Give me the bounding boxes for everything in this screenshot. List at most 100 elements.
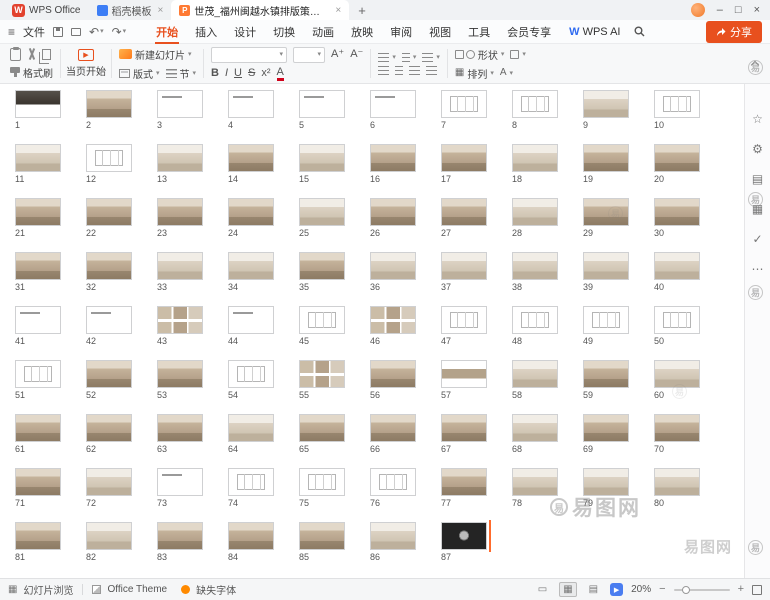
slide-thumbnail-60[interactable] — [654, 360, 700, 388]
slide-thumbnail-79[interactable] — [583, 468, 629, 496]
slide-thumbnail-38[interactable] — [512, 252, 558, 280]
slide-thumbnail-36[interactable] — [370, 252, 416, 280]
share-button[interactable]: 分享 — [706, 21, 762, 43]
slide-thumbnail-64[interactable] — [228, 414, 274, 442]
align-right-button[interactable] — [409, 66, 420, 75]
slide-thumbnail-58[interactable] — [512, 360, 558, 388]
slide-thumbnail-16[interactable] — [370, 144, 416, 172]
slide-thumbnail-29[interactable] — [583, 198, 629, 226]
redo-button[interactable]: ↷▾ — [112, 26, 127, 38]
slide-thumbnail-4[interactable] — [228, 90, 274, 118]
fit-to-window-icon[interactable] — [752, 585, 762, 595]
reading-view-button[interactable]: ▤ — [585, 582, 602, 597]
slide-thumbnail-42[interactable] — [86, 306, 132, 334]
wps-ai-button[interactable]: W WPS AI — [569, 26, 620, 38]
tab-docer-templates[interactable]: 稻壳模板 × — [89, 0, 172, 20]
slide-thumbnail-11[interactable] — [15, 144, 61, 172]
slide-thumbnail-84[interactable] — [228, 522, 274, 550]
slide-thumbnail-31[interactable] — [15, 252, 61, 280]
slide-thumbnail-74[interactable] — [228, 468, 274, 496]
slide-thumbnail-82[interactable] — [86, 522, 132, 550]
tab-view[interactable]: 视图 — [427, 20, 453, 44]
tab-presentation[interactable]: P 世茂_福州闽越水镇排版策划方... × — [171, 0, 349, 20]
slide-thumbnail-25[interactable] — [299, 198, 345, 226]
align-left-button[interactable] — [378, 66, 389, 75]
slide-thumbnail-18[interactable] — [512, 144, 558, 172]
slide-thumbnail-87[interactable] — [441, 522, 487, 550]
numbering-button[interactable]: ▾ — [402, 53, 417, 62]
slide-thumbnail-71[interactable] — [15, 468, 61, 496]
slide-thumbnail-48[interactable] — [512, 306, 558, 334]
slide-thumbnail-55[interactable] — [299, 360, 345, 388]
slide-thumbnail-10[interactable] — [654, 90, 700, 118]
tab-animation[interactable]: 动画 — [310, 20, 336, 44]
underline-button[interactable]: U — [234, 68, 242, 79]
wps-home-tab[interactable]: W WPS Office — [4, 0, 89, 20]
close-tab-icon[interactable]: × — [158, 5, 164, 16]
maximize-button[interactable]: □ — [735, 5, 742, 16]
slide-thumbnail-65[interactable] — [299, 414, 345, 442]
play-slideshow-button[interactable]: ▶ — [610, 583, 623, 596]
font-size-select[interactable]: ▾ — [293, 47, 325, 63]
zoom-slider[interactable] — [674, 589, 730, 591]
slide-thumbnail-7[interactable] — [441, 90, 487, 118]
new-slide-button[interactable]: 新建幻灯片 ▾ — [119, 47, 192, 62]
slide-thumbnail-78[interactable] — [512, 468, 558, 496]
undo-button[interactable]: ↶▾ — [89, 26, 104, 38]
format-painter-button[interactable]: 格式刷 — [10, 65, 53, 80]
text-tools-button[interactable]: A▾ — [500, 68, 513, 78]
slide-thumbnail-50[interactable] — [654, 306, 700, 334]
bold-button[interactable]: B — [211, 68, 219, 79]
properties-panel-icon[interactable]: ⚙ — [752, 142, 763, 156]
slide-thumbnail-56[interactable] — [370, 360, 416, 388]
slide-thumbnail-15[interactable] — [299, 144, 345, 172]
slide-thumbnail-49[interactable] — [583, 306, 629, 334]
section-button[interactable]: 节 ▾ — [166, 66, 197, 81]
normal-view-button[interactable]: ▭ — [534, 582, 551, 597]
slide-thumbnail-34[interactable] — [228, 252, 274, 280]
tab-member[interactable]: 会员专享 — [505, 20, 553, 44]
slide-thumbnail-83[interactable] — [157, 522, 203, 550]
slide-thumbnail-72[interactable] — [86, 468, 132, 496]
slide-thumbnail-69[interactable] — [583, 414, 629, 442]
arrange-button[interactable]: ▦ 排列 ▾ — [455, 66, 494, 81]
save-button[interactable] — [53, 27, 63, 37]
slide-thumbnail-77[interactable] — [441, 468, 487, 496]
slide-thumbnail-68[interactable] — [512, 414, 558, 442]
slide-thumbnail-59[interactable] — [583, 360, 629, 388]
slide-thumbnail-51[interactable] — [15, 360, 61, 388]
slide-thumbnail-32[interactable] — [86, 252, 132, 280]
objects-panel-icon[interactable]: ▦ — [752, 202, 763, 216]
slide-thumbnail-67[interactable] — [441, 414, 487, 442]
slide-thumbnail-28[interactable] — [512, 198, 558, 226]
shapes-button[interactable]: 形状 ▾ — [455, 47, 505, 62]
hamburger-menu-icon[interactable]: ≡ — [8, 25, 15, 39]
outline-panel-icon[interactable]: ▤ — [752, 172, 763, 186]
slide-thumbnail-6[interactable] — [370, 90, 416, 118]
justify-button[interactable] — [426, 66, 437, 75]
play-from-current-button[interactable]: ▶ 当页开始 — [62, 44, 110, 83]
slide-thumbnail-23[interactable] — [157, 198, 203, 226]
slide-thumbnail-1[interactable] — [15, 90, 61, 118]
tab-home[interactable]: 开始 — [154, 20, 180, 44]
slide-thumbnail-8[interactable] — [512, 90, 558, 118]
slide-thumbnail-39[interactable] — [583, 252, 629, 280]
tab-design[interactable]: 设计 — [232, 20, 258, 44]
collapse-ribbon-button[interactable] — [744, 44, 766, 83]
slide-thumbnail-21[interactable] — [15, 198, 61, 226]
slide-thumbnail-26[interactable] — [370, 198, 416, 226]
slide-thumbnail-14[interactable] — [228, 144, 274, 172]
search-button[interactable] — [634, 26, 645, 37]
slide-thumbnail-20[interactable] — [654, 144, 700, 172]
copy-button[interactable] — [42, 49, 51, 60]
line-spacing-button[interactable]: ▾ — [422, 53, 440, 62]
increase-font-button[interactable]: A⁺ — [331, 49, 344, 60]
zoom-in-button[interactable]: + — [738, 584, 744, 595]
slide-thumbnail-62[interactable] — [86, 414, 132, 442]
more-panels-icon[interactable]: ⋯ — [752, 262, 764, 276]
slide-thumbnail-33[interactable] — [157, 252, 203, 280]
slide-thumbnail-52[interactable] — [86, 360, 132, 388]
slide-thumbnail-3[interactable] — [157, 90, 203, 118]
fill-button[interactable]: ▾ — [510, 50, 526, 59]
slide-thumbnail-57[interactable] — [441, 360, 487, 388]
